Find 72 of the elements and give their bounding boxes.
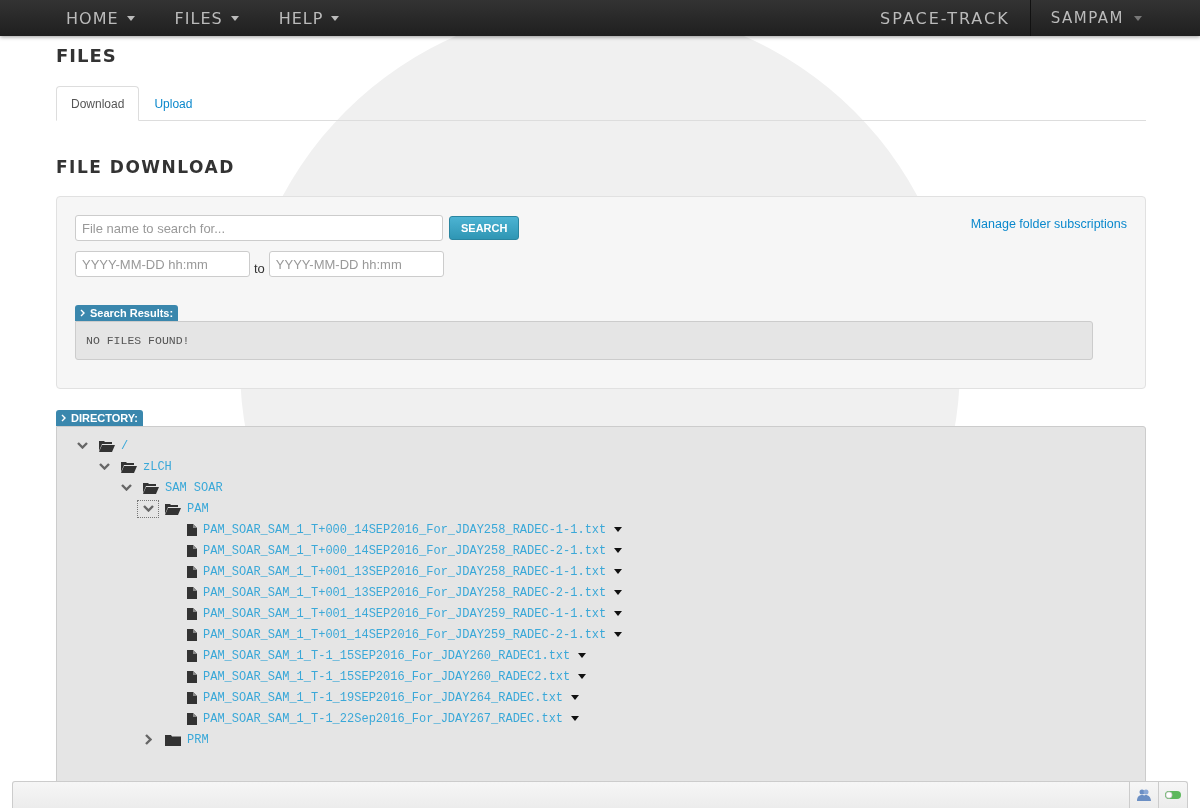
open-folder-icon <box>99 439 115 452</box>
file-link[interactable]: PAM_SOAR_SAM_1_T+001_14SEP2016_For_JDAY259_RADEC-1-1.txt <box>203 606 607 621</box>
file-link[interactable]: PAM_SOAR_SAM_1_T+000_14SEP2016_For_JDAY258_RADEC-1-1.txt <box>203 522 607 537</box>
chevron-down-icon <box>98 463 110 470</box>
caret-icon[interactable] <box>614 632 623 637</box>
file-icon <box>187 628 197 641</box>
file-icon <box>187 607 197 620</box>
file-icon <box>187 523 197 536</box>
caret-icon[interactable] <box>578 653 587 658</box>
file-icon <box>187 544 197 557</box>
section-title: FILE DOWNLOAD <box>56 157 236 179</box>
file-link[interactable]: PAM_SOAR_SAM_1_T+001_14SEP2016_For_JDAY259_RADEC-2-1.txt <box>203 627 607 642</box>
file-icon <box>187 691 197 704</box>
user-menu[interactable]: SAMPAM <box>1029 0 1200 36</box>
folder-icon <box>165 733 181 746</box>
label-text: Search Results: <box>90 307 174 319</box>
tab[interactable]: Upload <box>139 86 208 121</box>
file-link[interactable]: PAM_SOAR_SAM_1_T-1_22Sep2016_For_JDAY267_RADEC.txt <box>203 711 564 726</box>
file-link[interactable]: PAM_SOAR_SAM_1_T-1_19SEP2016_For_JDAY264_RADEC.txt <box>203 690 564 705</box>
file-icon <box>187 649 197 662</box>
date-from-field[interactable]: YYYY-MM-DD hh:mm <box>75 251 250 277</box>
file-icon <box>187 586 197 599</box>
file-link[interactable]: PAM_SOAR_SAM_1_T-1_15SEP2016_For_JDAY260_RADEC1.txt <box>203 648 571 663</box>
nav-menu[interactable]: HOME <box>56 0 145 36</box>
file-link[interactable]: PAM_SOAR_SAM_1_T+001_13SEP2016_For_JDAY258_RADEC-2-1.txt <box>203 585 607 600</box>
tab[interactable]: Download <box>56 86 140 121</box>
caret-icon <box>126 15 135 21</box>
chevron-down-icon <box>76 442 88 449</box>
caret-icon[interactable] <box>578 674 587 679</box>
chevron-down-icon <box>142 505 154 512</box>
nav-menu[interactable]: HELP <box>268 0 350 36</box>
date-to-field[interactable]: YYYY-MM-DD hh:mm <box>268 251 444 277</box>
page-title: FILES <box>56 45 118 67</box>
label-text: DIRECTORY: <box>71 412 139 424</box>
open-folder-icon <box>165 502 181 515</box>
folder-link[interactable]: / <box>121 438 129 453</box>
chevron-down-icon <box>120 484 132 491</box>
file-link[interactable]: PAM_SOAR_SAM_1_T+000_14SEP2016_For_JDAY258_RADEC-2-1.txt <box>203 543 607 558</box>
caret-icon[interactable] <box>614 548 623 553</box>
caret-icon[interactable] <box>571 716 580 721</box>
manage-subscriptions-link[interactable]: Manage folder subscriptions <box>970 217 1127 231</box>
caret-icon <box>331 15 340 21</box>
nav-menu[interactable]: FILES <box>164 0 249 36</box>
folder-link[interactable]: PRM <box>187 732 209 747</box>
to-label: to <box>254 260 265 276</box>
folder-link[interactable]: zLCH <box>143 459 172 474</box>
file-icon <box>187 565 197 578</box>
toggle-icon <box>1165 791 1181 799</box>
results-message: NO FILES FOUND! <box>75 321 1093 360</box>
file-link[interactable]: PAM_SOAR_SAM_1_T-1_15SEP2016_For_JDAY260_RADEC2.txt <box>203 669 571 684</box>
caret-icon[interactable] <box>614 569 623 574</box>
caret-icon[interactable] <box>614 527 623 532</box>
chevron-right-icon <box>144 734 152 745</box>
chevron-right-icon <box>61 414 67 422</box>
file-icon <box>187 712 197 725</box>
caret-icon <box>1134 15 1142 21</box>
folder-link[interactable]: SAM SOAR <box>165 480 223 495</box>
file-link[interactable]: PAM_SOAR_SAM_1_T+001_13SEP2016_For_JDAY258_RADEC-1-1.txt <box>203 564 607 579</box>
folder-link[interactable]: PAM <box>187 501 209 516</box>
search-button[interactable]: SEARCH <box>449 216 520 240</box>
chevron-right-icon <box>80 309 86 317</box>
open-folder-icon <box>143 481 159 494</box>
caret-icon[interactable] <box>614 590 623 595</box>
caret-icon <box>230 15 239 21</box>
search-field[interactable]: File name to search for... <box>75 215 443 241</box>
caret-icon[interactable] <box>614 611 623 616</box>
open-folder-icon <box>121 460 137 473</box>
people-icon <box>1137 788 1151 802</box>
file-icon <box>187 670 197 683</box>
brand-link[interactable]: SPACE-TRACK <box>860 0 1030 36</box>
caret-icon[interactable] <box>571 695 580 700</box>
collapse-toggle[interactable] <box>137 499 159 518</box>
